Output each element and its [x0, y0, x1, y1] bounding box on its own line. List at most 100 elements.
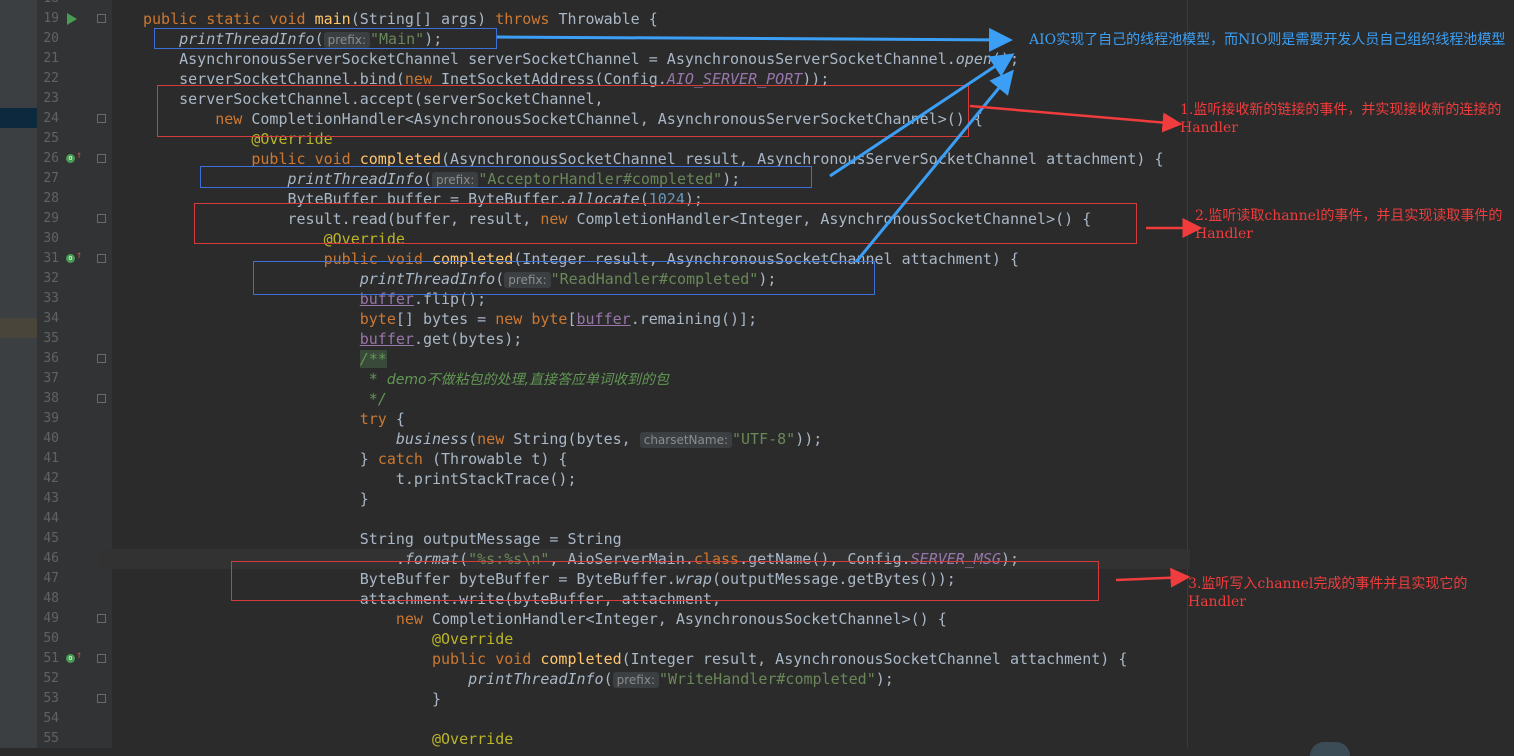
kw: new: [495, 310, 532, 328]
string-literal: "UTF-8": [732, 430, 796, 448]
code-text: [] bytes =: [395, 310, 496, 328]
line-number: 37: [43, 371, 59, 386]
line-number: 40: [43, 431, 59, 446]
code-line-53[interactable]: }: [143, 689, 441, 709]
fold-gutter-icon[interactable]: [97, 14, 106, 23]
line-number: 45: [43, 531, 59, 546]
line-number: 41: [43, 451, 59, 466]
code-text: }: [143, 490, 369, 508]
code-text: (Integer result, AsynchronousSocketChann…: [621, 650, 1128, 668]
code-text: ));: [795, 430, 823, 448]
line-number: 54: [43, 711, 59, 726]
method-call: business: [395, 430, 469, 448]
code-line-21[interactable]: AsynchronousServerSocketChannel serverSo…: [143, 49, 1019, 69]
line-number: 34: [43, 311, 59, 326]
fold-gutter-icon[interactable]: [97, 154, 106, 163]
code-text: }: [143, 690, 442, 708]
code-text: .get(bytes);: [413, 330, 523, 348]
fold-gutter-icon[interactable]: [97, 214, 106, 223]
field-ref: buffer: [576, 310, 631, 328]
highlighted-tree-row[interactable]: [0, 318, 37, 338]
fold-gutter-icon[interactable]: [97, 254, 106, 263]
line-number: 44: [43, 511, 59, 526]
line-number: 49: [43, 611, 59, 626]
annotation-note-1: 1.监听接收新的链接的事件，并实现接收新的连接的Handler: [1180, 102, 1502, 136]
arrow-main-to-note: [496, 27, 1013, 52]
fold-gutter-icon[interactable]: [97, 114, 106, 123]
code-line-49[interactable]: new CompletionHandler<Integer, Asynchron…: [143, 609, 947, 629]
code-text: String outputMessage = String: [143, 530, 622, 548]
highlight-box-readhandler: [253, 261, 875, 295]
code-line-38[interactable]: */: [143, 389, 387, 409]
code-line-34[interactable]: byte[] bytes = new byte[buffer.remaining…: [143, 309, 757, 329]
code-text: t.printStackTrace();: [143, 470, 577, 488]
line-number: 27: [43, 171, 59, 186]
fold-gutter-icon[interactable]: [97, 614, 106, 623]
code-line-43[interactable]: }: [143, 489, 369, 509]
code-line-42[interactable]: t.printStackTrace();: [143, 469, 577, 489]
code-line-50[interactable]: @Override: [143, 629, 513, 649]
code-text: ();: [991, 50, 1019, 68]
override-gutter-icon[interactable]: o: [66, 254, 75, 263]
code-line-37[interactable]: * demo不做粘包的处理,直接答应单词收到的包: [143, 369, 669, 390]
line-number: 20: [43, 31, 59, 46]
code-text: [: [567, 310, 577, 328]
override-arrow-icon: ↑: [76, 650, 83, 661]
line-number: 30: [43, 231, 59, 246]
arrow-accept-to-note1: [969, 104, 1183, 133]
code-line-36[interactable]: /**: [143, 349, 387, 369]
code-line-40[interactable]: business(new String(bytes, charsetName: "…: [143, 429, 822, 449]
override-gutter-icon[interactable]: o: [66, 654, 75, 663]
code-line-41[interactable]: } catch (Throwable t) {: [143, 449, 568, 469]
doc-comment-text: demo不做粘包的处理,直接答应单词收到的包: [386, 372, 669, 388]
fold-gutter-icon[interactable]: [97, 694, 106, 703]
code-text: );: [875, 670, 894, 688]
line-number: 36: [43, 351, 59, 366]
line-number: 19: [43, 11, 59, 26]
override-arrow-icon: ↑: [76, 250, 83, 261]
line-number: 39: [43, 411, 59, 426]
override-gutter-icon[interactable]: o: [66, 154, 75, 163]
run-gutter-icon[interactable]: [67, 13, 77, 25]
highlight-box-read: [194, 203, 1137, 244]
code-line-52[interactable]: printThreadInfo(prefix: "WriteHandler#com…: [143, 669, 894, 689]
line-number: 43: [43, 491, 59, 506]
code-line-55[interactable]: @Override: [143, 729, 513, 749]
code-line-45[interactable]: String outputMessage = String: [143, 529, 622, 549]
line-number: 55: [43, 731, 59, 746]
override-arrow-icon: ↑: [76, 150, 83, 161]
floating-widget[interactable]: [1310, 742, 1350, 756]
method-name: main: [314, 10, 351, 28]
kw: public void: [431, 650, 541, 668]
code-line-51[interactable]: public void completed(Integer result, As…: [143, 649, 1127, 669]
method-call: open: [955, 50, 992, 68]
code-text: AsynchronousServerSocketChannel serverSo…: [143, 50, 956, 68]
highlight-box-write: [231, 561, 1099, 601]
fold-gutter-icon[interactable]: [97, 654, 106, 663]
line-number: 50: [43, 631, 59, 646]
annotation-note-3: 3.监听写入channel完成的事件并且实现它的Handler: [1188, 576, 1468, 610]
code-line-39[interactable]: try {: [143, 409, 405, 429]
kw: byte: [359, 310, 396, 328]
parameter-hint: charsetName:: [639, 432, 732, 448]
fold-gutter-icon[interactable]: [97, 354, 106, 363]
field-ref: buffer: [359, 330, 414, 348]
line-number: 21: [43, 51, 59, 66]
highlight-box-main: [154, 28, 497, 49]
code-text: {: [395, 410, 405, 428]
highlight-box-accept: [157, 85, 969, 137]
line-number: 22: [43, 71, 59, 86]
fold-gutter-icon[interactable]: [97, 394, 106, 403]
selected-tree-row[interactable]: [0, 108, 37, 128]
line-number: 52: [43, 671, 59, 686]
code-line-35[interactable]: buffer.get(bytes);: [143, 329, 523, 349]
doc-comment: *: [143, 370, 387, 388]
project-tool-window-strip[interactable]: [0, 0, 37, 748]
code-line-19[interactable]: public static void main(String[] args) t…: [143, 9, 658, 29]
